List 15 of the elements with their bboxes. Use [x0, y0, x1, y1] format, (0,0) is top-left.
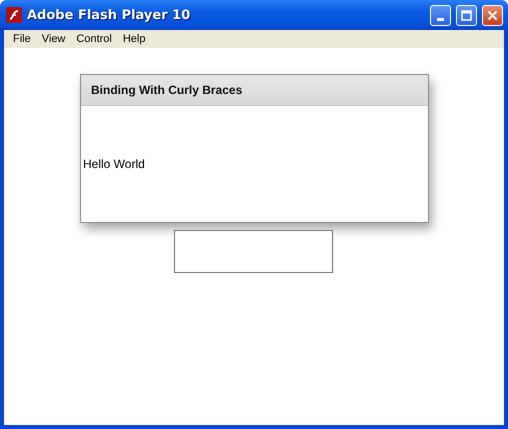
text-input[interactable]	[174, 230, 333, 273]
close-button[interactable]	[482, 4, 503, 26]
close-icon	[487, 10, 498, 20]
maximize-icon	[461, 10, 472, 20]
menu-item[interactable]: Help	[118, 33, 152, 45]
menu-item[interactable]: Control	[71, 33, 118, 45]
flash-logo-icon	[6, 7, 22, 23]
hello-label: Hello World	[83, 157, 145, 171]
window-title: Adobe Flash Player 10	[27, 8, 192, 22]
maximize-button[interactable]	[456, 4, 477, 26]
panel-title: Binding With Curly Braces	[91, 83, 242, 97]
menu-item[interactable]: File	[8, 33, 37, 45]
menu-item[interactable]: View	[36, 33, 72, 45]
minimize-icon	[437, 18, 444, 20]
minimize-button[interactable]	[430, 4, 451, 26]
